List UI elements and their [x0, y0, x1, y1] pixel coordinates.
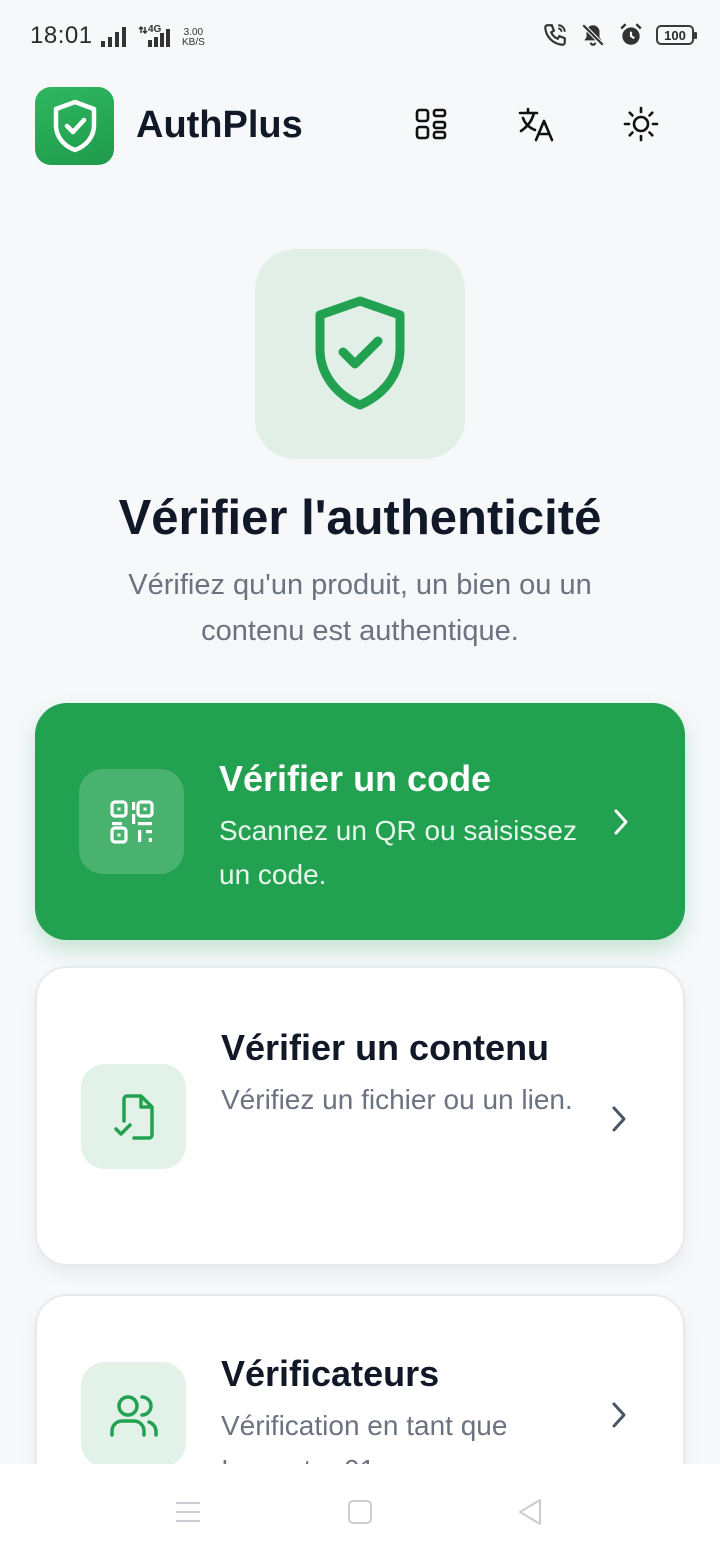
- status-right-icons: 100: [542, 20, 697, 50]
- verify-code-title: Vérifier un code: [219, 758, 492, 799]
- app-title: AuthPlus: [136, 104, 303, 146]
- shield-check-icon: [53, 99, 96, 153]
- theme-toggle-button[interactable]: [619, 102, 663, 146]
- chevron-right-icon: [612, 1106, 626, 1132]
- hero-icon: [255, 249, 465, 459]
- users-icon: [109, 1394, 158, 1437]
- status-left-icons: 4G 3.00 KB/S: [100, 22, 205, 48]
- verify-content-icon-box: [81, 1064, 186, 1169]
- sun-icon: [623, 106, 659, 142]
- status-time: 18:01: [30, 22, 93, 49]
- app-logo: [35, 87, 114, 165]
- verify-content-card[interactable]: Vérifier un contenu Vérifiez un fichier …: [35, 966, 685, 1266]
- status-bar: 18:01 4G 3.00 KB/S 100: [0, 0, 720, 70]
- mute-icon: [581, 23, 605, 47]
- back-button[interactable]: [506, 1488, 554, 1536]
- signal-icon: [101, 27, 126, 47]
- qr-menu-button[interactable]: [409, 102, 453, 146]
- menu-icon: [176, 1502, 200, 1522]
- network-speed: 3.00 KB/S: [182, 28, 205, 48]
- verify-content-title: Vérifier un contenu: [221, 1027, 550, 1068]
- verify-code-chevron: [609, 807, 633, 837]
- chevron-right-icon: [612, 1402, 626, 1428]
- language-button[interactable]: [514, 102, 558, 146]
- speed-unit: KB/S: [182, 37, 205, 48]
- verify-code-card[interactable]: Vérifier un code Scannez un QR ou saisis…: [35, 703, 685, 940]
- battery-icon: 100: [656, 25, 697, 45]
- home-button[interactable]: [336, 1488, 384, 1536]
- system-nav-bar: [0, 1464, 720, 1560]
- page-subtitle: Vérifiez qu'un produit, un bien ou un co…: [128, 569, 592, 647]
- page-title: Vérifier l'authenticité: [118, 491, 602, 545]
- verifiers-chevron: [607, 1400, 631, 1430]
- battery-level: 100: [664, 27, 686, 43]
- verify-code-text: Vérifier un code Scannez un QR ou saisis…: [219, 755, 599, 897]
- wifi-call-icon: [544, 24, 566, 46]
- signal-4g-icon: 4G: [138, 24, 174, 48]
- qr-grid-icon: [415, 108, 447, 140]
- shield-check-icon: [315, 296, 405, 410]
- home-icon: [348, 1500, 372, 1524]
- verify-code-icon-box: [79, 769, 184, 874]
- verify-code-description: Scannez un QR ou saisissez un code.: [219, 815, 577, 890]
- verify-content-chevron: [607, 1104, 631, 1134]
- verify-content-text: Vérifier un contenu Vérifiez un fichier …: [221, 1018, 581, 1122]
- alarm-icon: [620, 23, 642, 45]
- verify-content-description: Vérifiez un fichier ou un lien.: [221, 1084, 573, 1115]
- verifiers-icon-box: [81, 1362, 186, 1467]
- verifiers-title: Vérificateurs: [221, 1353, 440, 1394]
- screen: 18:01 4G 3.00 KB/S 100 AuthPlus Vérifier…: [0, 0, 720, 1560]
- chevron-right-icon: [614, 809, 628, 835]
- translate-icon: [518, 107, 554, 142]
- recent-apps-button[interactable]: [164, 1488, 212, 1536]
- back-icon: [519, 1499, 541, 1525]
- qr-scan-icon: [109, 799, 154, 844]
- file-check-icon: [113, 1093, 154, 1140]
